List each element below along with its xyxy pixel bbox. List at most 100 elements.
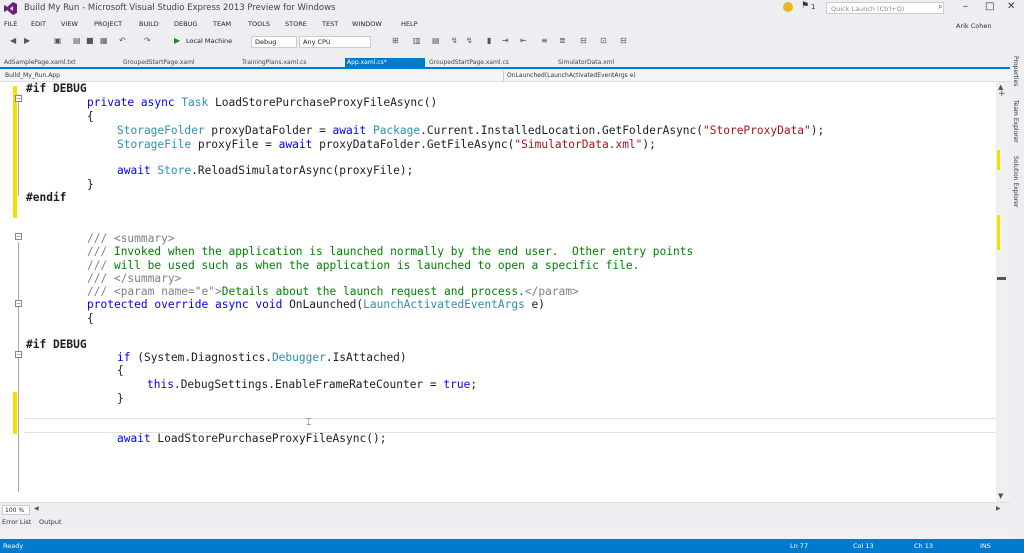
member-dropdown[interactable]: OnLaunched(LaunchActivatedEventArgs e)	[503, 71, 1000, 81]
scroll-change-mark	[997, 150, 1000, 170]
save-icon[interactable]: ■	[86, 36, 94, 45]
tab-groupedstartpage-xaml[interactable]: GroupedStartPage.xaml	[121, 58, 197, 68]
collapse-icon[interactable]: −	[15, 233, 22, 240]
menu-tools[interactable]: TOOLS	[248, 20, 270, 28]
tab-trainingplans[interactable]: TrainingPlans.xaml.cs	[240, 58, 309, 68]
open-file-icon[interactable]: ▤	[73, 36, 81, 45]
toolbar-icon-3[interactable]: ▤	[432, 36, 440, 45]
feedback-flag-icon[interactable]: ⚑	[801, 1, 809, 11]
back-icon[interactable]: ◀	[10, 36, 16, 45]
code-line: #endif	[26, 191, 67, 204]
toolbar-icon-7[interactable]: ⇤	[520, 36, 527, 45]
zoom-value: 100 %	[5, 507, 25, 514]
tab-output[interactable]: Output	[39, 518, 62, 526]
tab-simulatordata[interactable]: SimulatorData.xml	[556, 58, 616, 68]
code-line: /// Invoked when the application is laun…	[87, 245, 694, 258]
zoom-dropdown[interactable]: 100 %	[2, 505, 30, 515]
code-line: #if DEBUG	[26, 338, 87, 351]
toolbar-icon-10[interactable]: ⊟	[620, 36, 627, 45]
toolbar-icon-1[interactable]: ⊞	[392, 36, 399, 45]
toolbar-icon-5[interactable]: ↯	[466, 36, 473, 45]
start-debugging-icon[interactable]: ▶	[174, 36, 180, 45]
new-project-icon[interactable]: ▣	[54, 36, 62, 45]
split-icon[interactable]: +	[998, 89, 1006, 99]
outline-line	[18, 94, 19, 196]
toolbar-icon-6[interactable]: ⇥	[502, 36, 509, 45]
tab-groupedstartpage-cs[interactable]: GroupedStartPage.xaml.cs	[427, 58, 511, 68]
maximize-button[interactable]: □	[985, 1, 994, 12]
menu-debug[interactable]: DEBUG	[174, 20, 197, 28]
tab-solution-explorer[interactable]: Solution Explorer	[1012, 156, 1019, 207]
change-marker	[13, 392, 17, 434]
collapse-icon[interactable]: −	[15, 300, 22, 307]
code-line: this.DebugSettings.EnableFrameRateCounte…	[147, 378, 478, 391]
document-tab-strip: AdSamplePage.xaml.txt GroupedStartPage.x…	[0, 57, 1010, 69]
toolbar-icon-2[interactable]: ▥	[413, 36, 421, 45]
menu-team[interactable]: TEAM	[213, 20, 231, 28]
change-marker	[13, 86, 17, 218]
uncomment-icon[interactable]: ≣	[559, 36, 566, 45]
tab-properties[interactable]: Properties	[1012, 56, 1019, 86]
menu-test[interactable]: TEST	[322, 20, 338, 28]
menu-build[interactable]: BUILD	[139, 20, 159, 28]
scroll-left-icon[interactable]: ◀	[34, 505, 39, 512]
status-line: Ln 77	[790, 542, 809, 550]
menu-view[interactable]: VIEW	[61, 20, 78, 28]
code-line: }	[87, 178, 94, 191]
quick-launch-input[interactable]: Quick Launch (Ctrl+Q)	[826, 2, 944, 14]
code-line: if (System.Diagnostics.Debugger.IsAttach…	[117, 351, 407, 364]
project-dropdown[interactable]: Build_My_Run.App	[2, 71, 498, 81]
menu-window[interactable]: WINDOW	[352, 20, 382, 28]
menu-file[interactable]: FILE	[4, 20, 17, 28]
bookmark-icon[interactable]: ▮	[487, 36, 491, 45]
navigation-bar: Build_My_Run.App OnLaunched(LaunchActiva…	[0, 71, 1010, 82]
code-line: private async Task LoadStorePurchaseProx…	[87, 96, 438, 109]
collapse-icon[interactable]: −	[15, 351, 22, 358]
tab-error-list[interactable]: Error List	[2, 518, 31, 526]
close-button[interactable]: ✕	[1007, 1, 1015, 12]
code-line: }	[117, 392, 124, 405]
scroll-down-icon[interactable]: ▼	[998, 492, 1003, 500]
menu-project[interactable]: PROJECT	[94, 20, 122, 28]
project-name: Build_My_Run.App	[5, 72, 60, 79]
platform-value: Any CPU	[303, 38, 331, 46]
save-all-icon[interactable]: ▦	[100, 36, 108, 45]
configuration-dropdown[interactable]: Debug	[251, 36, 297, 48]
comment-icon[interactable]: ≡	[541, 36, 548, 45]
toolbar-icon-4[interactable]: ↯	[451, 36, 458, 45]
code-line: /// <summary>	[87, 232, 175, 245]
visual-studio-logo-icon	[4, 2, 17, 15]
run-target-button[interactable]: Local Machine	[186, 37, 232, 45]
tab-team-explorer[interactable]: Team Explorer	[1012, 100, 1019, 143]
search-icon[interactable]: ⌕	[938, 2, 942, 12]
status-char: Ch 13	[914, 542, 933, 550]
toolbar-icon-8[interactable]: ⊟	[580, 36, 587, 45]
forward-icon[interactable]: ▶	[24, 36, 30, 45]
menu-store[interactable]: STORE	[285, 20, 307, 28]
horizontal-scrollbar[interactable]: 100 % ◀ ▶	[0, 502, 1010, 515]
notification-icon[interactable]	[783, 2, 793, 12]
toolbar-icon-9[interactable]: ⊡	[600, 36, 607, 45]
menu-edit[interactable]: EDIT	[31, 20, 46, 28]
code-line: await LoadStorePurchaseProxyFileAsync();	[117, 432, 387, 445]
code-line: #if DEBUG	[26, 82, 87, 95]
collapse-icon[interactable]: −	[15, 95, 22, 102]
undo-icon[interactable]: ↶	[119, 36, 126, 45]
code-line: protected override async void OnLaunched…	[87, 298, 546, 311]
current-line-highlight	[24, 418, 996, 433]
signed-in-user[interactable]: Arik Cohen	[956, 22, 992, 30]
vertical-scrollbar[interactable]	[996, 82, 1010, 502]
code-line: {	[87, 312, 94, 325]
minimize-button[interactable]: –	[963, 1, 968, 12]
scroll-right-icon[interactable]: ▶	[996, 505, 1001, 512]
code-line: StorageFile proxyFile = await proxyDataF…	[117, 138, 656, 151]
code-line: StorageFolder proxyDataFolder = await Pa…	[117, 124, 825, 137]
platform-dropdown[interactable]: Any CPU	[299, 36, 371, 48]
menu-help[interactable]: HELP	[401, 20, 418, 28]
redo-icon[interactable]: ↷	[144, 36, 151, 45]
code-line: {	[87, 110, 94, 123]
tab-app-xaml-cs[interactable]: App.xaml.cs*	[345, 58, 425, 68]
outline-line	[18, 242, 19, 492]
code-line: /// </summary>	[87, 272, 182, 285]
tab-adsamplepage[interactable]: AdSamplePage.xaml.txt	[2, 58, 78, 68]
